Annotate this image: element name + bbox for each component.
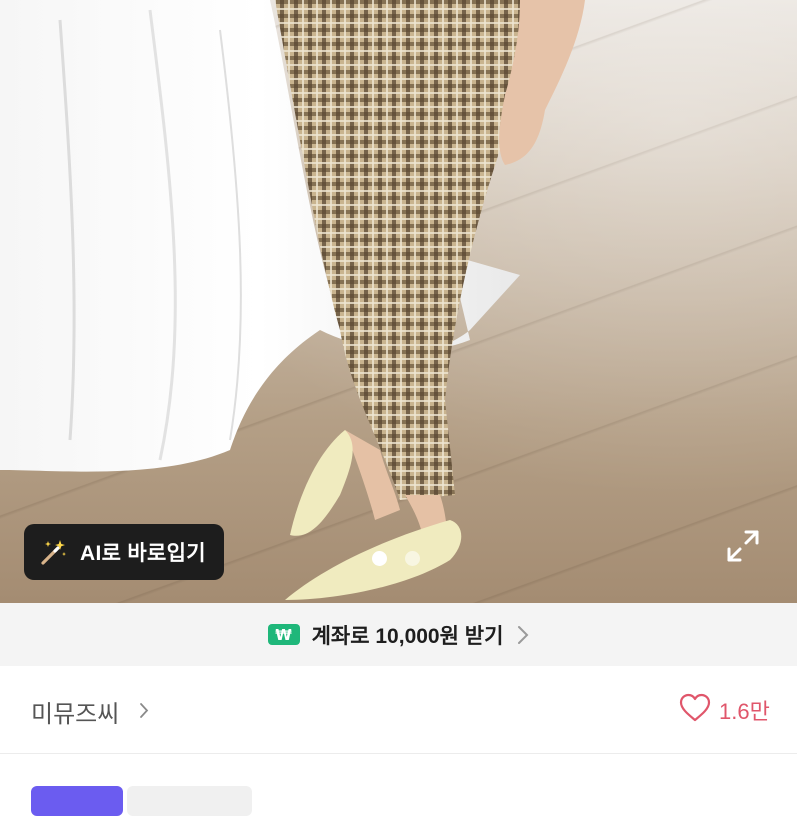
chevron-right-icon: [517, 625, 529, 645]
account-transfer-banner[interactable]: ₩ 계좌로 10,000원 받기: [0, 603, 797, 666]
ai-try-on-button[interactable]: AI로 바로입기: [24, 524, 224, 580]
photo-illustration: [0, 0, 585, 600]
won-badge-icon: ₩: [267, 624, 300, 645]
account-transfer-text: 계좌로 10,000원 받기: [311, 624, 504, 648]
like-count: 1.6만: [719, 698, 770, 724]
fullscreen-expand-icon[interactable]: [726, 529, 760, 563]
seller-row: 미뮤즈씨 1.6만: [0, 666, 797, 754]
ai-try-on-label: AI로 바로입기: [80, 542, 206, 565]
carousel-indicator: [372, 551, 420, 566]
heart-outline-icon: [679, 693, 711, 726]
product-tag-secondary: [127, 786, 252, 816]
carousel-dot-active[interactable]: [372, 551, 387, 566]
like-button[interactable]: 1.6만: [679, 693, 770, 726]
product-photo[interactable]: AI로 바로입기: [0, 0, 797, 603]
seller-name[interactable]: 미뮤즈씨: [31, 694, 119, 729]
section-divider: [0, 753, 797, 754]
carousel-dot[interactable]: [405, 551, 420, 566]
product-tag-primary: [31, 786, 123, 816]
magic-wand-sparkle-icon: [38, 537, 68, 567]
chevron-right-icon[interactable]: [139, 702, 149, 719]
